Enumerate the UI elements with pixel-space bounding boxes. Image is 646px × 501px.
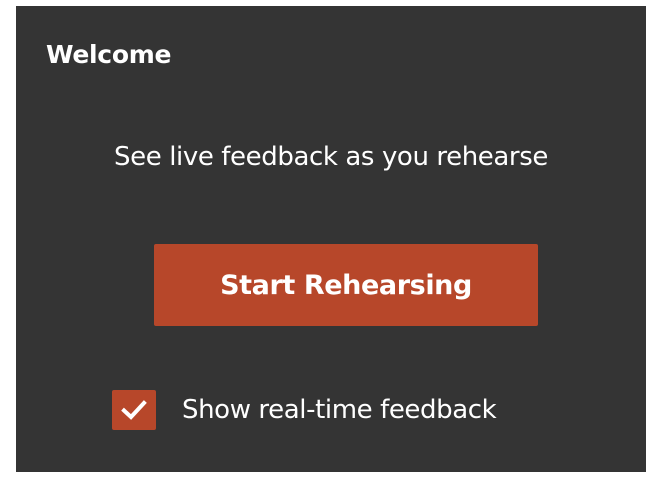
rehearsal-panel: Welcome See live feedback as you rehears… xyxy=(16,6,646,472)
feedback-checkbox-label: Show real-time feedback xyxy=(182,395,497,425)
panel-subtitle: See live feedback as you rehearse xyxy=(114,142,548,172)
feedback-checkbox[interactable] xyxy=(112,390,156,430)
show-feedback-option[interactable]: Show real-time feedback xyxy=(112,390,497,430)
checkmark-icon xyxy=(121,400,147,420)
start-rehearsing-button[interactable]: Start Rehearsing xyxy=(154,244,538,326)
panel-title: Welcome xyxy=(46,40,172,69)
